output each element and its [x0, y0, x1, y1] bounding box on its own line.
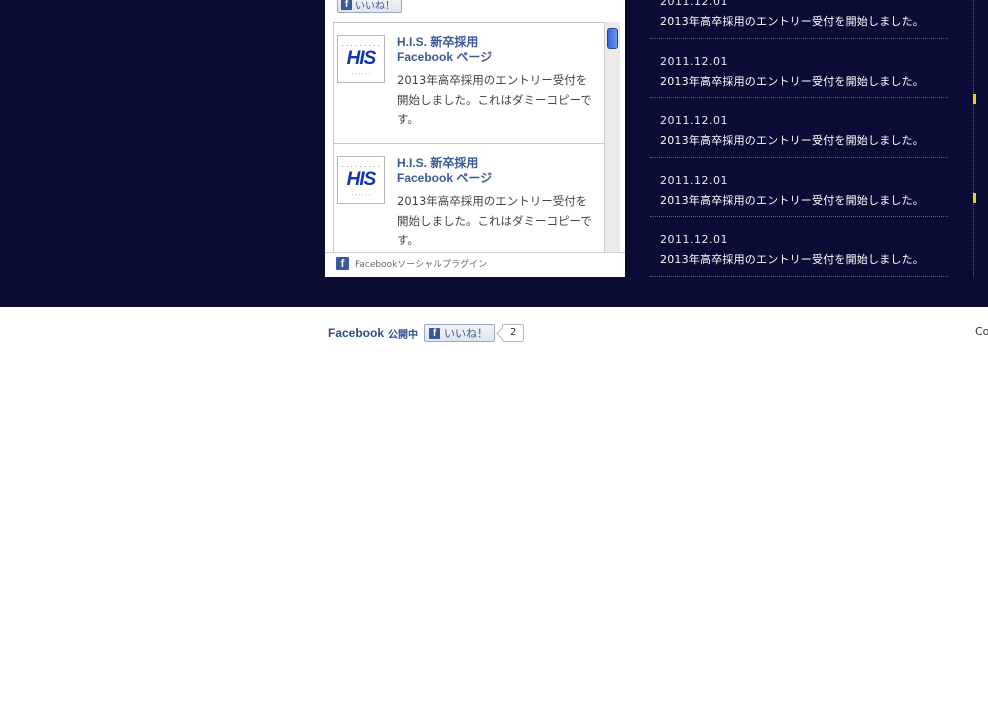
facebook-stream[interactable]: ・・・・・・・・・ HIS ・・・・・・ H.I.S. 新卒採用 Faceboo…	[333, 22, 620, 253]
post-page-title[interactable]: H.I.S. 新卒採用 Facebook ページ	[397, 156, 537, 186]
news-date: 2011.12.01	[660, 233, 728, 246]
news-date: 2011.12.01	[660, 114, 728, 127]
news-item[interactable]: 2011.12.01 2013年高卒採用のエントリー受付を開始しました。	[650, 217, 948, 277]
facebook-post: ・・・・・・・・・ HIS ・・・・・・ H.I.S. 新卒採用 Faceboo…	[334, 23, 606, 144]
news-date: 2011.12.01	[660, 173, 728, 187]
like-label: いいね！	[444, 327, 489, 340]
facebook-icon: f	[341, 0, 352, 10]
public-label: 公開中	[388, 329, 419, 341]
news-date: 2011.12.01	[660, 0, 728, 8]
facebook-like-button-top[interactable]: f いいね！	[337, 0, 402, 13]
facebook-plugin-footer: f Facebookソーシャルプラグイン	[325, 252, 625, 277]
facebook-footer-bar: Facebook 公開中 f いいね！ 2	[328, 324, 525, 342]
news-text[interactable]: 2013年高卒採用のエントリー受付を開始しました。	[660, 132, 924, 148]
his-logo-mark: HIS	[346, 169, 377, 190]
accent-marker	[973, 193, 976, 203]
like-label: いいね！	[355, 1, 395, 12]
accent-marker	[973, 94, 976, 104]
his-logo-mark: HIS	[346, 48, 377, 69]
post-body: 2013年高卒採用のエントリー受付を開始しました。これはダミーコピーです。	[397, 194, 592, 247]
right-column-divider	[973, 0, 974, 277]
post-page-title[interactable]: H.I.S. 新卒採用 Facebook ページ	[397, 35, 537, 65]
post-body: 2013年高卒採用のエントリー受付を開始しました。これはダミーコピーです。	[397, 73, 592, 126]
news-text[interactable]: 2013年高卒採用のエントリー受付を開始しました。	[660, 251, 924, 267]
facebook-like-button[interactable]: f いいね！	[424, 324, 496, 342]
facebook-icon: f	[429, 327, 441, 339]
dark-content-band: f いいね！ ・・・・・・・・・ HIS ・・・・・・ H.I.S. 新卒採用 …	[0, 0, 988, 307]
like-count-bubble: 2	[502, 324, 525, 342]
copyright-text: Co	[975, 325, 988, 338]
facebook-like-box: f いいね！ ・・・・・・・・・ HIS ・・・・・・ H.I.S. 新卒採用 …	[325, 0, 625, 277]
news-text[interactable]: 2013年高卒採用のエントリー受付を開始しました。	[660, 73, 924, 89]
news-item[interactable]: 2011.12.01 2013年高卒採用のエントリー受付を開始しました。	[650, 98, 948, 158]
facebook-wordmark[interactable]: Facebook	[328, 326, 384, 340]
news-item[interactable]: 2011.12.01 2013年高卒採用のエントリー受付を開始しました。	[650, 158, 948, 217]
facebook-post: ・・・・・・・・・ HIS ・・・・・・ H.I.S. 新卒採用 Faceboo…	[334, 144, 606, 253]
his-logo[interactable]: ・・・・・・・・・ HIS ・・・・・・	[337, 156, 385, 204]
news-text[interactable]: 2013年高卒採用のエントリー受付を開始しました。	[660, 192, 924, 208]
social-plugin-label[interactable]: Facebookソーシャルプラグイン	[355, 257, 487, 270]
news-date: 2011.12.01	[660, 54, 728, 68]
news-list: 2011.12.01 2013年高卒採用のエントリー受付を開始しました。 201…	[650, 0, 948, 277]
news-item[interactable]: 2011.12.01 2013年高卒採用のエントリー受付を開始しました。	[650, 0, 948, 39]
scrollbar-thumb[interactable]	[607, 28, 618, 49]
news-text[interactable]: 2013年高卒採用のエントリー受付を開始しました。	[660, 13, 924, 29]
news-item[interactable]: 2011.12.01 2013年高卒採用のエントリー受付を開始しました。	[650, 39, 948, 98]
his-logo[interactable]: ・・・・・・・・・ HIS ・・・・・・	[337, 35, 385, 83]
stream-scrollbar[interactable]	[604, 22, 620, 252]
facebook-icon[interactable]: f	[336, 257, 349, 270]
